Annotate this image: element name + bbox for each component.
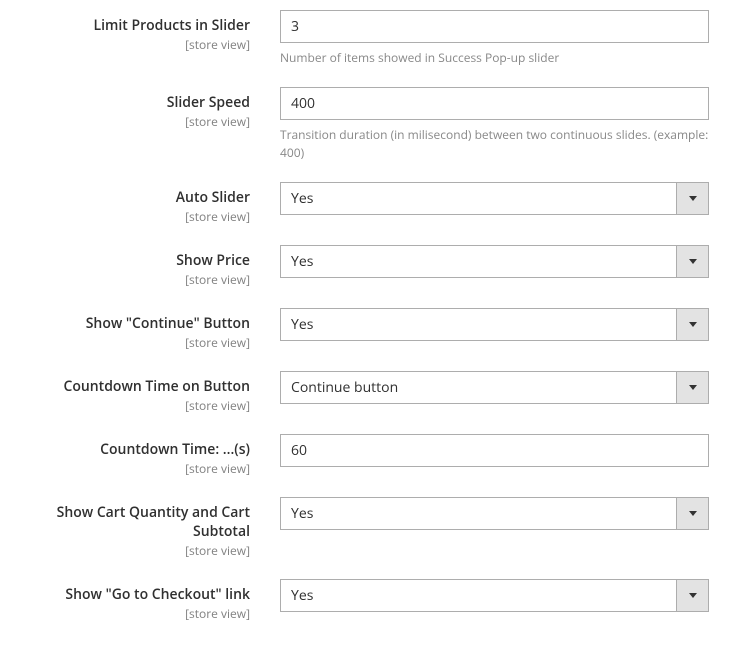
input-col: Yes [280, 182, 709, 215]
label-text: Show Cart Quantity and Cart Subtotal [20, 503, 250, 541]
row-show-price: Show Price [store view] Yes [0, 245, 729, 288]
label-countdown-time: Countdown Time: ...(s) [store view] [20, 434, 280, 477]
row-show-continue-button: Show "Continue" Button [store view] Yes [0, 308, 729, 351]
label-show-price: Show Price [store view] [20, 245, 280, 288]
scope-label: [store view] [20, 113, 250, 130]
label-show-checkout: Show "Go to Checkout" link [store view] [20, 579, 280, 622]
row-countdown-time: Countdown Time: ...(s) [store view] [0, 434, 729, 477]
scope-label: [store view] [20, 334, 250, 351]
dropdown-button[interactable] [676, 182, 709, 215]
row-auto-slider: Auto Slider [store view] Yes [0, 182, 729, 225]
label-auto-slider: Auto Slider [store view] [20, 182, 280, 225]
scope-label: [store view] [20, 271, 250, 288]
select-value: Yes [280, 579, 676, 612]
select-value: Continue button [280, 371, 676, 404]
row-limit-products-in-slider: Limit Products in Slider [store view] Nu… [0, 10, 729, 67]
row-show-cart-qty-subtotal: Show Cart Quantity and Cart Subtotal [st… [0, 497, 729, 559]
label-slider-speed: Slider Speed [store view] [20, 87, 280, 130]
label-show-cart-qty: Show Cart Quantity and Cart Subtotal [st… [20, 497, 280, 559]
show-checkout-select[interactable]: Yes [280, 579, 709, 612]
help-text: Transition duration (in milisecond) betw… [280, 126, 709, 162]
limit-products-input[interactable] [280, 10, 709, 43]
scope-label: [store view] [20, 208, 250, 225]
countdown-on-button-select[interactable]: Continue button [280, 371, 709, 404]
input-col: Continue button [280, 371, 709, 404]
input-col [280, 434, 709, 467]
scope-label: [store view] [20, 605, 250, 622]
label-text: Show "Continue" Button [20, 314, 250, 333]
label-text: Auto Slider [20, 188, 250, 207]
input-col: Transition duration (in milisecond) betw… [280, 87, 709, 162]
input-col: Yes [280, 497, 709, 530]
label-text: Slider Speed [20, 93, 250, 112]
input-col: Yes [280, 245, 709, 278]
show-price-select[interactable]: Yes [280, 245, 709, 278]
dropdown-button[interactable] [676, 579, 709, 612]
dropdown-button[interactable] [676, 245, 709, 278]
label-text: Show Price [20, 251, 250, 270]
caret-down-icon [689, 385, 697, 390]
caret-down-icon [689, 259, 697, 264]
select-value: Yes [280, 245, 676, 278]
input-col: Yes [280, 308, 709, 341]
row-countdown-on-button: Countdown Time on Button [store view] Co… [0, 371, 729, 414]
slider-speed-input[interactable] [280, 87, 709, 120]
row-slider-speed: Slider Speed [store view] Transition dur… [0, 87, 729, 162]
auto-slider-select[interactable]: Yes [280, 182, 709, 215]
help-text: Number of items showed in Success Pop-up… [280, 49, 709, 67]
scope-label: [store view] [20, 36, 250, 53]
label-countdown-on-button: Countdown Time on Button [store view] [20, 371, 280, 414]
input-col: Number of items showed in Success Pop-up… [280, 10, 709, 67]
caret-down-icon [689, 196, 697, 201]
label-text: Countdown Time on Button [20, 377, 250, 396]
caret-down-icon [689, 511, 697, 516]
scope-label: [store view] [20, 397, 250, 414]
dropdown-button[interactable] [676, 371, 709, 404]
show-continue-select[interactable]: Yes [280, 308, 709, 341]
scope-label: [store view] [20, 542, 250, 559]
label-text: Countdown Time: ...(s) [20, 440, 250, 459]
select-value: Yes [280, 308, 676, 341]
dropdown-button[interactable] [676, 497, 709, 530]
label-text: Show "Go to Checkout" link [20, 585, 250, 604]
scope-label: [store view] [20, 460, 250, 477]
label-limit-products: Limit Products in Slider [store view] [20, 10, 280, 53]
show-cart-qty-select[interactable]: Yes [280, 497, 709, 530]
label-text: Limit Products in Slider [20, 16, 250, 35]
label-show-continue: Show "Continue" Button [store view] [20, 308, 280, 351]
caret-down-icon [689, 322, 697, 327]
select-value: Yes [280, 497, 676, 530]
dropdown-button[interactable] [676, 308, 709, 341]
input-col: Yes [280, 579, 709, 612]
countdown-time-input[interactable] [280, 434, 709, 467]
caret-down-icon [689, 593, 697, 598]
select-value: Yes [280, 182, 676, 215]
row-show-checkout-link: Show "Go to Checkout" link [store view] … [0, 579, 729, 622]
